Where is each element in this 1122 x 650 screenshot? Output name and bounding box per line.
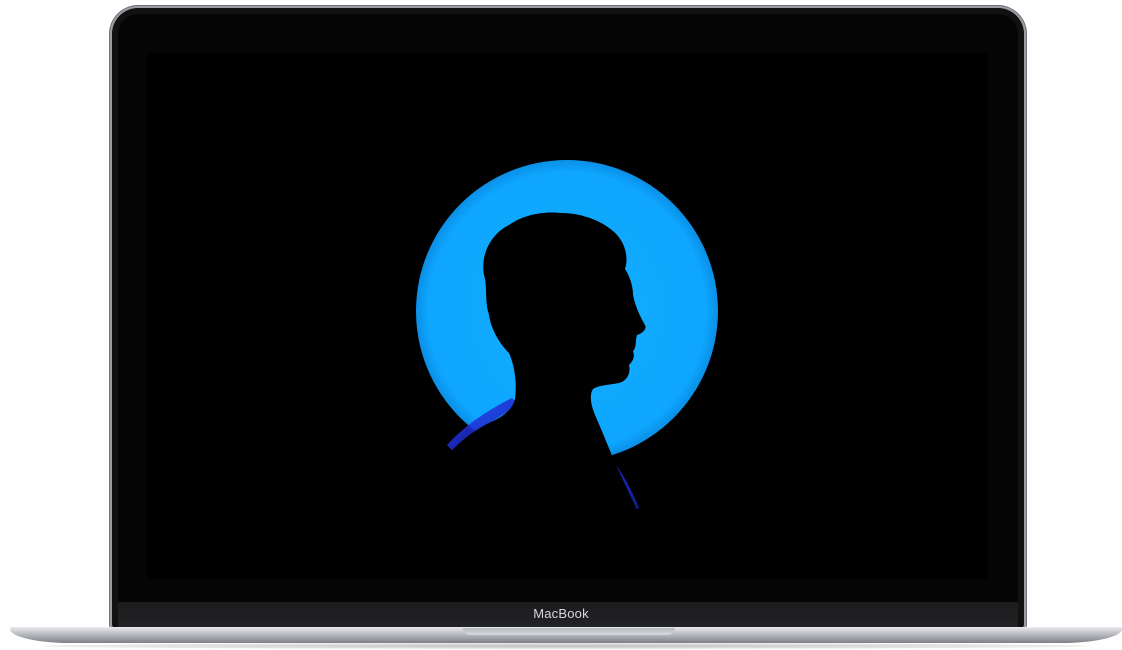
- opening-notch: [463, 628, 675, 635]
- silhouette-portrait: [147, 53, 988, 579]
- base-shadow: [40, 643, 1090, 649]
- laptop-mockup: MacBook: [0, 0, 1122, 650]
- device-brand-label: MacBook: [533, 606, 589, 621]
- laptop-screen: [147, 53, 988, 579]
